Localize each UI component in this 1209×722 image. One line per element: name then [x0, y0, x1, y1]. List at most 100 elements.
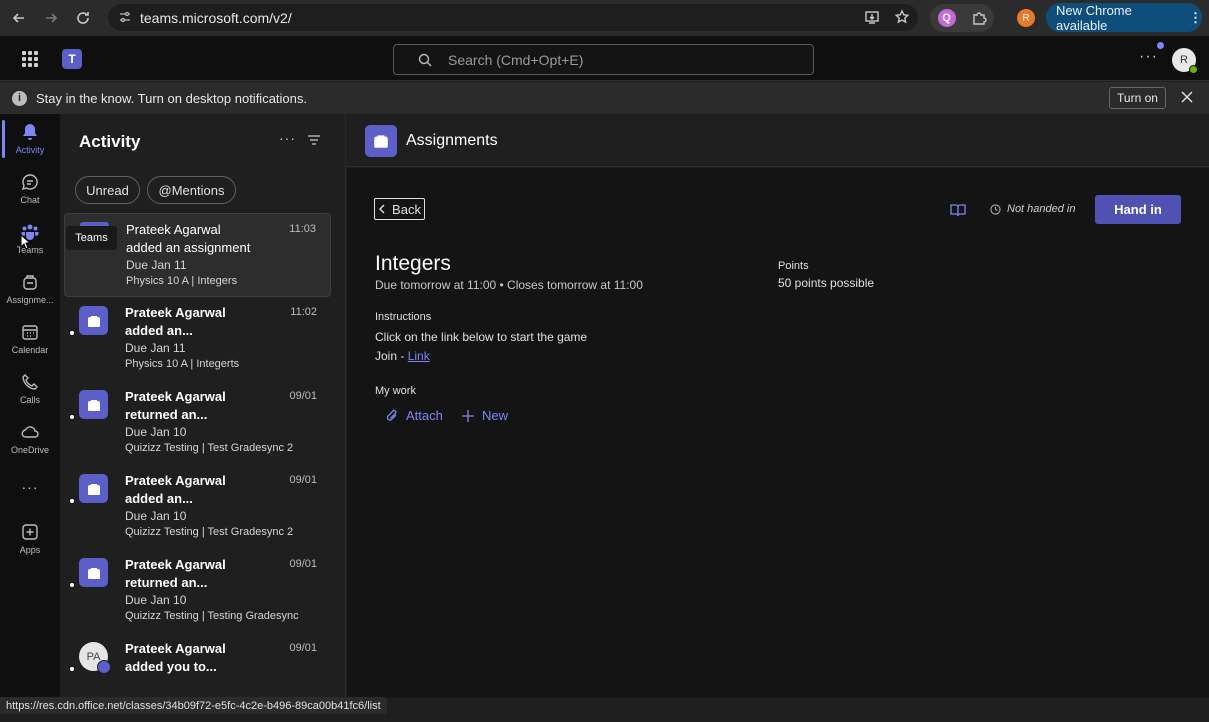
- rail-label: Apps: [19, 545, 41, 555]
- paperclip-icon: [386, 409, 397, 421]
- more-options-icon[interactable]: ···: [1139, 48, 1158, 66]
- feed-time: 09/01: [289, 642, 317, 654]
- feed-summary: returned an...: [125, 575, 208, 590]
- notification-dot: [1157, 42, 1164, 49]
- rail-item-calendar[interactable]: Calendar: [0, 316, 60, 364]
- rail-item-activity[interactable]: Activity: [0, 116, 60, 164]
- install-app-icon[interactable]: [864, 9, 880, 25]
- feed-sender: Prateek Agarwal: [125, 305, 226, 320]
- assignment-detail: Back Not handed in Hand in Integers Due …: [347, 168, 1209, 698]
- chrome-profile-avatar[interactable]: R: [1017, 9, 1035, 27]
- activity-item[interactable]: Prateek Agarwal added an... Due Jan 10 Q…: [64, 465, 331, 549]
- instructions-text: Click on the link below to start the gam…: [375, 330, 588, 344]
- feed-time: 09/01: [289, 558, 317, 570]
- activity-item[interactable]: Prateek Agarwal returned an... Due Jan 1…: [64, 549, 331, 633]
- feed-summary: added an...: [125, 491, 193, 506]
- info-icon: i: [12, 90, 27, 106]
- unread-filter-chip[interactable]: Unread: [75, 176, 140, 204]
- status-text: Not handed in: [1007, 203, 1076, 215]
- rail-label: Assignme...: [6, 295, 54, 305]
- feed-context: Quizizz Testing | Testing Gradesync: [125, 610, 299, 622]
- chat-icon: [21, 174, 38, 191]
- add-apps-icon: [22, 524, 38, 540]
- assignment-title: Integers: [375, 252, 451, 275]
- assignment-app-icon: [79, 558, 108, 587]
- activity-item[interactable]: Prateek Agarwal returned an... Due Jan 1…: [64, 381, 331, 465]
- search-input[interactable]: Search (Cmd+Opt+E): [393, 44, 814, 75]
- rail-label: Activity: [15, 145, 45, 155]
- feed-context: Quizizz Testing | Test Gradesync 2: [125, 526, 294, 538]
- points-label: Points: [778, 260, 809, 272]
- mentions-filter-chip[interactable]: @Mentions: [147, 176, 236, 204]
- app-title: Assignments: [406, 132, 498, 149]
- chrome-menu-icon: ⋮: [1189, 9, 1202, 25]
- puzzle-extensions-icon[interactable]: [971, 10, 987, 26]
- user-avatar-initial: R: [1180, 54, 1188, 66]
- rail-label: Chat: [20, 195, 40, 205]
- address-bar[interactable]: teams.microsoft.com/v2/: [108, 4, 918, 31]
- reload-icon[interactable]: [70, 5, 96, 31]
- unread-dot: [70, 499, 74, 503]
- join-prefix: Join -: [375, 349, 408, 363]
- back-arrow-icon[interactable]: [6, 5, 32, 31]
- feed-time: 09/01: [289, 390, 317, 402]
- backpack-icon: [23, 275, 37, 290]
- activity-item[interactable]: Prateek Agarwal added an... Due Jan 11 P…: [64, 297, 331, 381]
- attach-button[interactable]: Attach: [385, 408, 443, 423]
- new-label: New: [482, 408, 509, 423]
- feed-time: 11:03: [289, 223, 316, 235]
- feed-context: Quizizz Testing | Test Gradesync 2: [125, 442, 294, 454]
- unread-dot: [70, 583, 74, 587]
- rail-item-onedrive[interactable]: OneDrive: [0, 416, 60, 464]
- hand-in-button[interactable]: Hand in: [1095, 195, 1181, 224]
- forward-arrow-icon[interactable]: [38, 5, 64, 31]
- unread-dot: [70, 415, 74, 419]
- points-value: 50 points possible: [778, 276, 875, 290]
- feed-context: Physics 10 A | Integers: [126, 275, 238, 287]
- feed-summary: added an assignment: [126, 240, 251, 255]
- teams-tooltip: Teams: [66, 226, 117, 250]
- turn-on-button[interactable]: Turn on: [1109, 87, 1166, 109]
- teams-header: T Search (Cmd+Opt+E) ··· R: [0, 36, 1209, 81]
- bookmark-star-icon[interactable]: [894, 9, 910, 25]
- feed-sender: Prateek Agarwal: [126, 222, 221, 237]
- search-placeholder: Search (Cmd+Opt+E): [448, 51, 584, 68]
- rail-label: Calendar: [11, 345, 49, 355]
- app-launcher-icon[interactable]: [22, 51, 38, 67]
- assignment-due: Due tomorrow at 11:00 • Closes tomorrow …: [375, 278, 643, 292]
- rail-item-assignments[interactable]: Assignme...: [0, 266, 60, 314]
- feed-time: 11:02: [290, 306, 317, 318]
- feed-due: Due Jan 11: [126, 258, 187, 272]
- new-file-button[interactable]: New: [461, 408, 508, 423]
- unread-dot: [70, 667, 74, 671]
- instructions-label: Instructions: [375, 311, 432, 323]
- rail-item-calls[interactable]: Calls: [0, 366, 60, 414]
- assignment-app-icon: [79, 390, 108, 419]
- activity-title: Activity: [79, 132, 141, 151]
- instructions-join: Join - Link: [375, 349, 430, 363]
- filter-icon[interactable]: [307, 134, 321, 146]
- user-avatar[interactable]: R: [1172, 48, 1198, 74]
- mouse-cursor-icon: [20, 234, 32, 250]
- feed-sender: Prateek Agarwal: [125, 557, 226, 572]
- immersive-reader-icon[interactable]: [950, 202, 966, 218]
- rail-item-chat[interactable]: Chat: [0, 166, 60, 214]
- close-icon[interactable]: [1180, 90, 1194, 104]
- bottom-strip: [0, 714, 1209, 722]
- feed-summary: returned an...: [125, 407, 208, 422]
- app-rail: Activity Chat Teams Assignme... Calendar…: [0, 114, 60, 722]
- plus-icon: [462, 409, 474, 422]
- new-chrome-available-button[interactable]: New Chrome available ⋮: [1046, 3, 1202, 33]
- teams-logo-icon: T: [62, 49, 82, 69]
- quizizz-extension-icon[interactable]: Q: [937, 9, 956, 27]
- site-settings-icon[interactable]: [118, 10, 132, 24]
- assignment-app-icon: [79, 306, 108, 335]
- chevron-left-icon: [379, 204, 385, 214]
- search-icon: [418, 53, 432, 66]
- activity-more-icon[interactable]: ···: [279, 130, 296, 146]
- rail-item-apps[interactable]: Apps: [0, 516, 60, 564]
- back-button[interactable]: Back: [374, 198, 425, 220]
- assignments-app-icon: [365, 125, 397, 157]
- game-link[interactable]: Link: [408, 349, 430, 363]
- rail-label: Calls: [19, 395, 40, 405]
